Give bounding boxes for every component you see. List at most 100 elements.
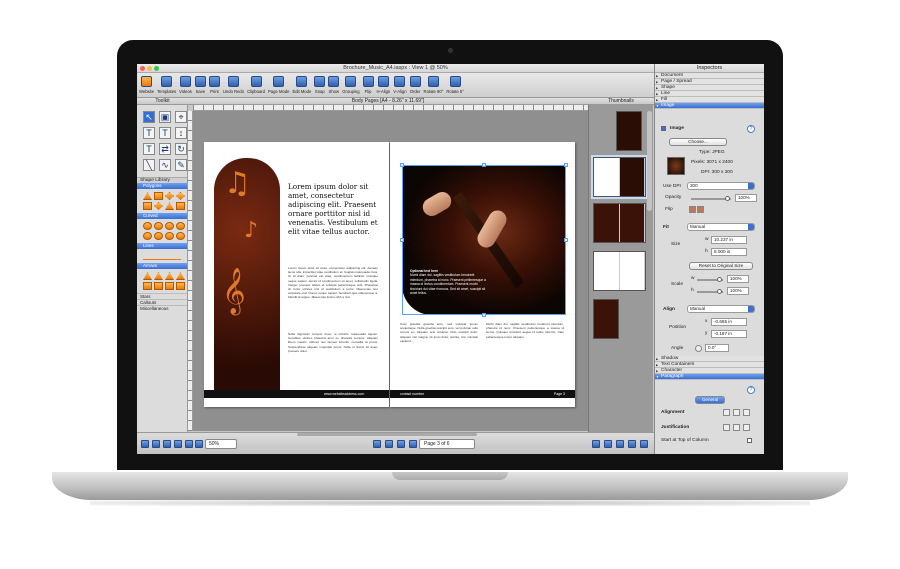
text-tool-icon[interactable]: T bbox=[143, 127, 155, 139]
scale-w-field[interactable]: 100% bbox=[727, 275, 749, 283]
y-field[interactable]: -0.197 in bbox=[711, 330, 747, 338]
selection-handle[interactable] bbox=[564, 163, 568, 167]
circle-shape[interactable] bbox=[143, 222, 152, 230]
thumbnail-spread-4[interactable] bbox=[593, 251, 646, 291]
selection-handle[interactable] bbox=[400, 238, 404, 242]
line-tool-icon[interactable]: ╲ bbox=[143, 159, 155, 171]
document-canvas[interactable]: ♫ ♪ 𝄞 Lorem ipsum dolor sit amet, consec… bbox=[193, 111, 588, 431]
square-shape[interactable] bbox=[154, 192, 163, 200]
arrow-left-shape[interactable] bbox=[176, 272, 185, 280]
align-right-icon[interactable] bbox=[743, 409, 750, 416]
category-lines[interactable]: Lines bbox=[137, 243, 187, 249]
actual-size-icon[interactable] bbox=[195, 440, 203, 448]
right-triangle-shape[interactable] bbox=[165, 202, 174, 210]
left-page[interactable]: ♫ ♪ 𝄞 Lorem ipsum dolor sit amet, consec… bbox=[204, 142, 389, 407]
block-arrow-shape[interactable] bbox=[165, 282, 174, 290]
thumbnail-spread-2[interactable] bbox=[591, 155, 648, 199]
reset-size-button[interactable]: Reset to Original Size bbox=[689, 262, 753, 270]
toolbar-button[interactable]: Save bbox=[194, 73, 206, 97]
zoom-select[interactable]: 50% bbox=[205, 439, 237, 449]
toolbar-button[interactable]: Rotate 5° bbox=[446, 73, 464, 97]
trapezoid-shape[interactable] bbox=[176, 202, 185, 210]
image-tool-icon[interactable]: ▣ bbox=[159, 111, 171, 123]
cloud-shape[interactable] bbox=[176, 232, 185, 240]
fit-select[interactable]: Manual bbox=[687, 223, 755, 231]
section-image[interactable]: Image bbox=[655, 103, 764, 109]
single-page-view-icon[interactable] bbox=[141, 440, 149, 448]
ring-shape[interactable] bbox=[165, 222, 174, 230]
spread-view-icon[interactable] bbox=[152, 440, 160, 448]
toolbar-button[interactable]: Page Mode bbox=[268, 73, 289, 97]
align-left-icon[interactable] bbox=[723, 409, 730, 416]
justify-full-icon[interactable] bbox=[743, 424, 750, 431]
opacity-slider[interactable] bbox=[691, 196, 731, 201]
pentagon-shape[interactable] bbox=[176, 192, 185, 200]
page-settings-icon[interactable] bbox=[628, 440, 636, 448]
body-text-3[interactable]: Cras gravida gravida arcu, sed volutpat … bbox=[400, 322, 478, 384]
double-arrow-shape[interactable] bbox=[143, 282, 152, 290]
toolbar-button[interactable]: Rotate 90° bbox=[424, 73, 443, 97]
width-field[interactable]: 10.237 in bbox=[711, 236, 747, 244]
chevron-shape[interactable] bbox=[154, 282, 163, 290]
crop-tool-icon[interactable]: ⌖ bbox=[175, 111, 187, 123]
text-box-tool-icon[interactable]: T bbox=[159, 127, 171, 139]
thumbnail-page-1[interactable] bbox=[616, 111, 642, 151]
headline-text[interactable]: Lorem ipsum dolor sit amet, consectetur … bbox=[288, 182, 384, 236]
body-text-4[interactable]: Morbi diam dui, sagittis vestibulum hend… bbox=[486, 322, 564, 384]
horizontal-scrollbar[interactable] bbox=[297, 433, 477, 436]
moon-shape[interactable] bbox=[143, 232, 152, 240]
general-tab[interactable]: General bbox=[695, 396, 725, 404]
zoom-out-icon[interactable] bbox=[185, 440, 193, 448]
help-button[interactable]: ? bbox=[747, 125, 755, 133]
arrow-down-shape[interactable] bbox=[165, 272, 174, 280]
last-page-icon[interactable] bbox=[409, 440, 417, 448]
toolbar-button[interactable]: Snap bbox=[314, 73, 326, 97]
pie-shape[interactable] bbox=[154, 232, 163, 240]
page-select[interactable]: Page 3 of 6 bbox=[419, 439, 475, 449]
zoom-icon[interactable] bbox=[154, 66, 159, 71]
slider-knob[interactable] bbox=[725, 196, 730, 201]
align-center-icon[interactable] bbox=[733, 409, 740, 416]
flip-horizontal-icon[interactable] bbox=[689, 206, 696, 213]
diamond-shape[interactable] bbox=[165, 192, 174, 200]
selection-handle[interactable] bbox=[482, 163, 486, 167]
justify-left-icon[interactable] bbox=[723, 424, 730, 431]
right-page[interactable]: Optional text here Morbi diam dui, sagit… bbox=[390, 142, 575, 407]
line-shapes[interactable] bbox=[143, 252, 181, 260]
fit-page-icon[interactable] bbox=[163, 440, 171, 448]
thumbnails-scrollbar[interactable] bbox=[647, 111, 652, 211]
toolbar-button[interactable]: Edit Mode bbox=[292, 73, 311, 97]
zoom-in-icon[interactable] bbox=[174, 440, 182, 448]
toolbar-button[interactable]: Website bbox=[139, 73, 154, 97]
angle-field[interactable]: 0.0° bbox=[705, 344, 729, 352]
scale-h-slider[interactable] bbox=[697, 289, 723, 294]
scale-h-field[interactable]: 100% bbox=[727, 287, 749, 295]
x-field[interactable]: -0.665 in bbox=[711, 318, 747, 326]
text-frame-tool-icon[interactable]: T bbox=[143, 143, 155, 155]
scale-w-slider[interactable] bbox=[697, 277, 723, 282]
thumbnail-page-6[interactable] bbox=[593, 299, 619, 339]
next-page-icon[interactable] bbox=[397, 440, 405, 448]
first-page-icon[interactable] bbox=[373, 440, 381, 448]
vertical-text-tool-icon[interactable]: ↕ bbox=[175, 127, 187, 139]
opacity-field[interactable]: 100% bbox=[735, 194, 757, 202]
toolbar-button[interactable]: Flip bbox=[362, 73, 374, 97]
arrow-right-shape[interactable] bbox=[154, 272, 163, 280]
heart-shape[interactable] bbox=[165, 232, 174, 240]
body-text-2[interactable]: Nulla dignissim tempus risus, ut loborti… bbox=[288, 332, 378, 388]
height-field[interactable]: 8.000 in bbox=[711, 248, 747, 256]
music-band-image[interactable]: ♫ ♪ 𝄞 bbox=[214, 158, 280, 398]
ellipse-shape[interactable] bbox=[154, 222, 163, 230]
expand-icon[interactable] bbox=[640, 440, 648, 448]
pointer-tool-icon[interactable]: ↖ bbox=[143, 111, 155, 123]
slider-knob[interactable] bbox=[717, 289, 722, 294]
selection-handle[interactable] bbox=[564, 238, 568, 242]
justify-center-icon[interactable] bbox=[733, 424, 740, 431]
toolbar-button[interactable]: Show bbox=[328, 73, 340, 97]
curve-tool-icon[interactable]: ∿ bbox=[159, 159, 171, 171]
use-dpi-select[interactable]: 300 bbox=[687, 182, 755, 190]
selection-handle[interactable] bbox=[400, 163, 404, 167]
toolbar-button[interactable]: Templates bbox=[157, 73, 176, 97]
toolbar-button[interactable]: Clipboard bbox=[247, 73, 265, 97]
delete-page-icon[interactable] bbox=[616, 440, 624, 448]
